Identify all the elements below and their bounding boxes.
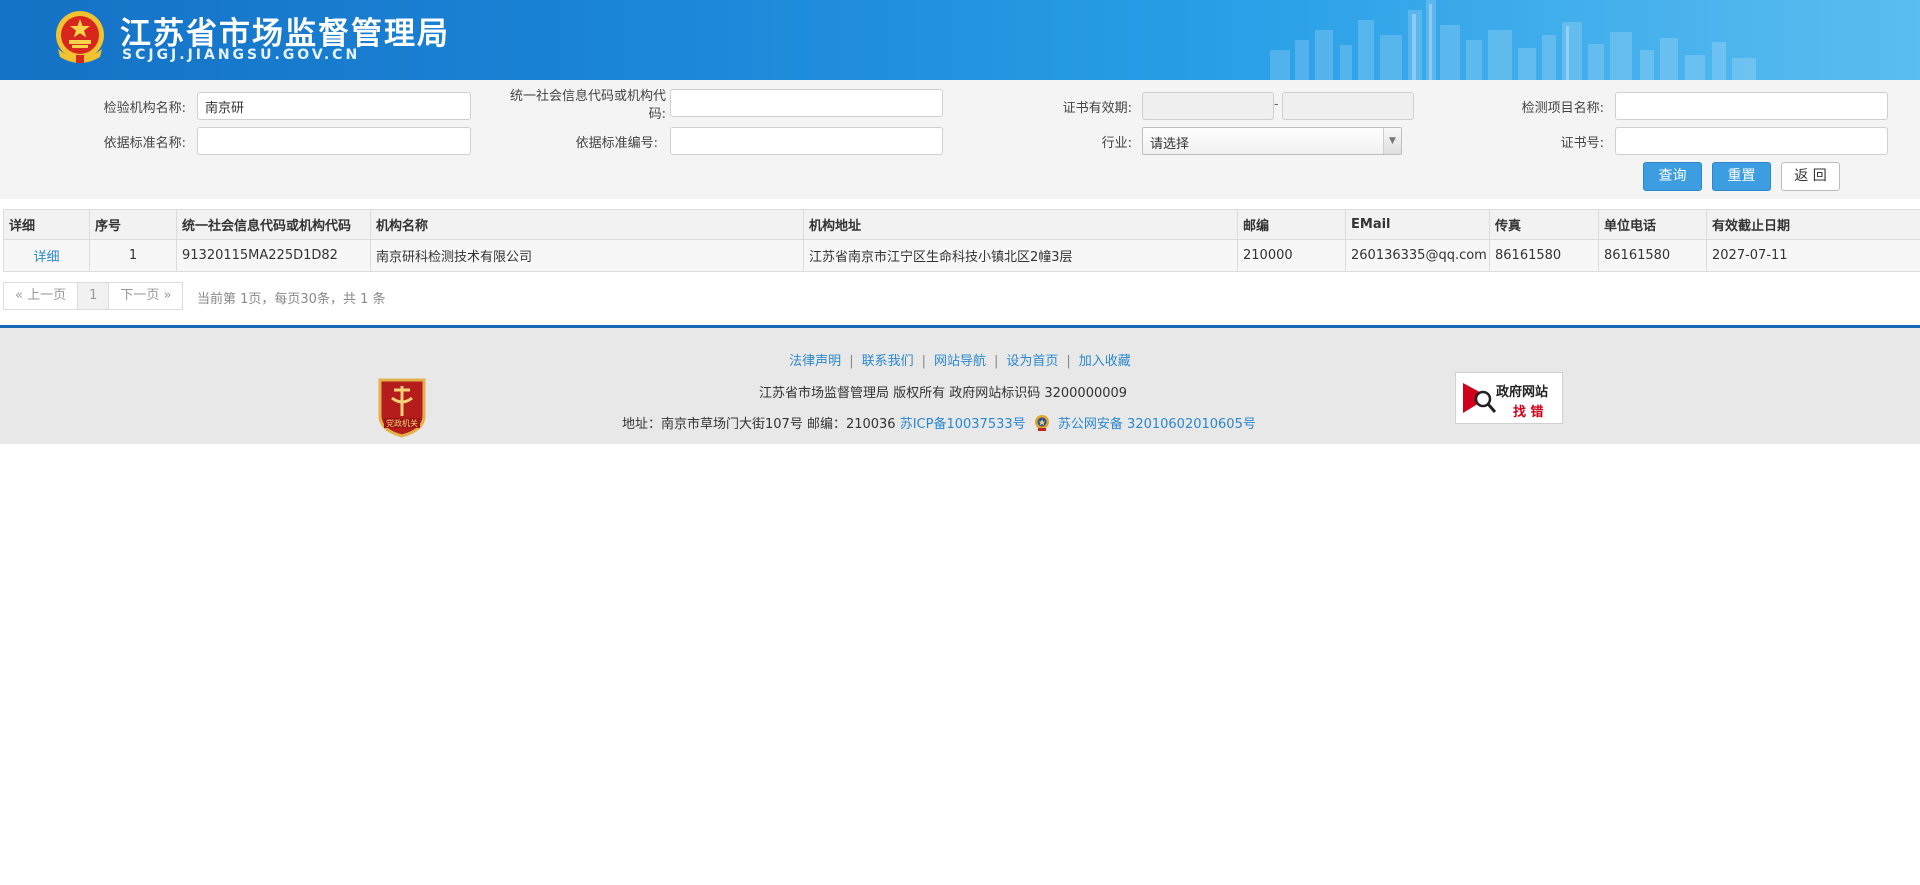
chevron-down-icon[interactable]: ▼ — [1383, 128, 1401, 154]
next-page-button[interactable]: 下一页 » — [108, 282, 184, 310]
cert-valid-end-input[interactable] — [1282, 92, 1414, 120]
detail-link[interactable]: 详细 — [33, 250, 59, 265]
back-button[interactable]: 返 回 — [1781, 162, 1840, 191]
pagination: « 上一页 1 下一页 » — [3, 282, 184, 310]
footer-link-homepage[interactable]: 设为首页 — [998, 354, 1066, 369]
search-form: 检验机构名称: 统一社会信息代码或机构代 码: 证书有效期: - 检测项目名称:… — [0, 80, 1920, 199]
credit-code-input[interactable] — [670, 89, 943, 117]
footer-links: 法律声明 | 联系我们 | 网站导航 | 设为首页 | 加入收藏 — [0, 350, 1920, 369]
col-header-detail: 详细 — [3, 209, 90, 240]
standard-name-input[interactable] — [197, 127, 471, 155]
table-row: 详细 1 91320115MA225D1D82 南京研科检测技术有限公司 江苏省… — [3, 239, 1920, 272]
industry-select[interactable]: 请选择 ▼ — [1142, 127, 1402, 155]
industry-label: 行业: — [1101, 136, 1132, 151]
icp-link[interactable]: 苏ICP备10037533号 — [900, 417, 1026, 432]
table-header-row: 详细 序号 统一社会信息代码或机构代码 机构名称 机构地址 邮编 EMail 传… — [3, 209, 1920, 240]
standard-no-input[interactable] — [670, 127, 943, 155]
badge-text: 党政机关 — [386, 418, 418, 428]
gov-error-subtitle: 找 错 — [1513, 405, 1544, 420]
pagination-info: 当前第 1页，每页30条，共 1 条 — [197, 292, 386, 307]
reset-button[interactable]: 重置 — [1712, 162, 1771, 191]
cell-code: 91320115MA225D1D82 — [176, 239, 371, 272]
col-header-code: 统一社会信息代码或机构代码 — [176, 209, 371, 240]
cert-no-input[interactable] — [1615, 127, 1888, 155]
test-item-input[interactable] — [1615, 92, 1888, 120]
cell-index: 1 — [89, 239, 177, 272]
cert-no-label: 证书号: — [1560, 136, 1604, 151]
col-header-phone: 单位电话 — [1598, 209, 1707, 240]
footer-link-contact[interactable]: 联系我们 — [854, 354, 922, 369]
footer-link-sitemap[interactable]: 网站导航 — [926, 354, 994, 369]
cell-zip: 210000 — [1237, 239, 1346, 272]
col-header-expire: 有效截止日期 — [1706, 209, 1920, 240]
col-header-name: 机构名称 — [370, 209, 804, 240]
city-skyline-decoration — [1270, 0, 1756, 80]
police-emblem-icon — [1034, 415, 1049, 431]
cell-expire: 2027-07-11 — [1706, 239, 1920, 272]
magnifier-icon — [1463, 383, 1497, 413]
footer-link-favorite[interactable]: 加入收藏 — [1071, 354, 1139, 369]
credit-code-label: 统一社会信息代码或机构代 码: — [509, 89, 666, 122]
org-name-input[interactable] — [197, 92, 471, 120]
site-header: 江苏省市场监督管理局 SCJGJ.JIANGSU.GOV.CN — [0, 0, 1920, 80]
test-item-label: 检测项目名称: — [1521, 101, 1604, 116]
gov-error-title: 政府网站 — [1496, 385, 1549, 400]
results-table: 详细 序号 统一社会信息代码或机构代码 机构名称 机构地址 邮编 EMail 传… — [3, 209, 1920, 272]
cert-valid-label: 证书有效期: — [1062, 101, 1132, 116]
org-name-label: 检验机构名称: — [103, 101, 186, 116]
cell-name: 南京研科检测技术有限公司 — [370, 239, 804, 272]
col-header-index: 序号 — [89, 209, 177, 240]
footer-address-line: 地址：南京市草场门大街107号 邮编：210036 苏ICP备10037533号… — [622, 413, 1256, 432]
col-header-zip: 邮编 — [1237, 209, 1346, 240]
page-number-1[interactable]: 1 — [77, 282, 110, 310]
standard-name-label: 依据标准名称: — [103, 136, 186, 151]
footer-link-legal[interactable]: 法律声明 — [781, 354, 849, 369]
col-header-address: 机构地址 — [803, 209, 1238, 240]
col-header-email: EMail — [1345, 209, 1490, 240]
prev-page-button[interactable]: « 上一页 — [3, 282, 79, 310]
national-emblem-icon — [56, 11, 104, 63]
gov-site-error-report-button[interactable]: 政府网站 找 错 — [1455, 372, 1563, 424]
footer-copyright: 江苏省市场监督管理局 版权所有 政府网站标识码 3200000009 — [758, 386, 1128, 401]
date-range-dash: - — [1274, 97, 1279, 112]
query-button[interactable]: 查询 — [1643, 162, 1702, 191]
site-domain: SCJGJ.JIANGSU.GOV.CN — [122, 47, 361, 63]
col-header-fax: 传真 — [1489, 209, 1599, 240]
police-record-link[interactable]: 苏公网安备 32010602010605号 — [1058, 417, 1256, 432]
standard-no-label: 依据标准编号: — [575, 136, 658, 151]
cell-address: 江苏省南京市江宁区生命科技小镇北区2幢3层 — [803, 239, 1238, 272]
cert-valid-start-input[interactable] — [1142, 92, 1274, 120]
cell-phone: 86161580 — [1598, 239, 1707, 272]
site-footer: 法律声明 | 联系我们 | 网站导航 | 设为首页 | 加入收藏 党政机关 江苏省市场监督管理局… — [0, 328, 1920, 444]
cell-fax: 86161580 — [1489, 239, 1599, 272]
cell-email: 260136335@qq.com — [1345, 239, 1490, 272]
